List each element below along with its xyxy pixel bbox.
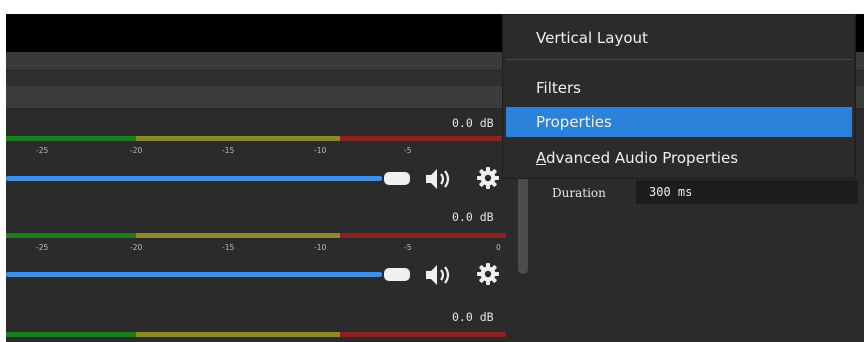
meter-red xyxy=(340,332,506,337)
menu-item-filters[interactable]: Filters xyxy=(506,73,852,103)
scale-tick: -15 xyxy=(222,243,235,252)
duration-input[interactable]: 300 ms xyxy=(636,180,858,204)
db-readout: 0.0 dB xyxy=(452,210,494,224)
menu-item-vertical-layout[interactable]: Vertical Layout xyxy=(506,23,852,53)
meter-yellow xyxy=(136,233,340,238)
scale-tick: 0 xyxy=(496,243,501,252)
speaker-icon[interactable] xyxy=(424,166,452,192)
meter-green xyxy=(6,332,136,337)
meter-green xyxy=(6,136,136,141)
duration-label: Duration xyxy=(552,186,606,200)
scale-tick: -25 xyxy=(36,146,49,155)
scale-tick: -20 xyxy=(130,146,143,155)
volume-slider-handle[interactable] xyxy=(384,268,410,281)
scale-tick: -5 xyxy=(404,146,412,155)
volume-slider-track[interactable] xyxy=(6,176,382,181)
menu-item-mnemonic: A xyxy=(536,149,546,167)
level-meter xyxy=(6,136,506,141)
gear-icon[interactable] xyxy=(476,262,500,286)
menu-item-advanced-audio-properties[interactable]: Advanced Audio Properties xyxy=(506,143,852,173)
meter-yellow xyxy=(136,136,340,141)
scale-tick: -10 xyxy=(314,243,327,252)
scale-tick: -25 xyxy=(36,243,49,252)
level-meter xyxy=(6,233,506,238)
menu-separator xyxy=(506,59,852,60)
meter-red xyxy=(340,136,506,141)
level-meter xyxy=(6,332,506,337)
volume-slider-handle[interactable] xyxy=(384,172,410,185)
menu-item-properties[interactable]: Properties xyxy=(506,107,852,137)
meter-green xyxy=(6,233,136,238)
gear-icon[interactable] xyxy=(476,166,500,190)
scale-tick: -20 xyxy=(130,243,143,252)
context-menu: Vertical Layout Filters Properties Advan… xyxy=(502,14,856,179)
scale-tick: -10 xyxy=(314,146,327,155)
db-readout: 0.0 dB xyxy=(452,310,494,324)
meter-red xyxy=(340,233,506,238)
menu-item-label: dvanced Audio Properties xyxy=(546,149,739,167)
speaker-icon[interactable] xyxy=(424,262,452,288)
meter-yellow xyxy=(136,332,340,337)
volume-slider-track[interactable] xyxy=(6,272,382,277)
scale-tick: -15 xyxy=(222,146,235,155)
scale-tick: -5 xyxy=(404,243,412,252)
